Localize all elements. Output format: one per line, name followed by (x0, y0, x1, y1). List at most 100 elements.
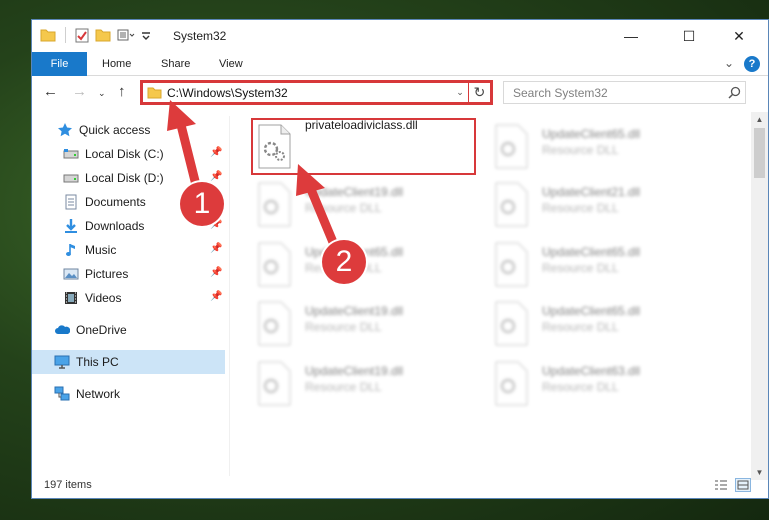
quick-access-toolbar (40, 27, 151, 43)
maximize-button[interactable]: ☐ (666, 20, 712, 52)
file-name: UpdateClient19.dll (305, 304, 404, 318)
close-icon: ✕ (733, 27, 745, 44)
sidebar-item-network[interactable]: Network (54, 383, 120, 405)
status-bar: 197 items (32, 474, 768, 498)
file-item[interactable]: UpdateClient19.dll Resource DLL (237, 354, 467, 414)
sidebar-item-label: Documents (85, 195, 146, 209)
pane-divider (229, 116, 230, 476)
scroll-up-icon[interactable]: ▲ (751, 112, 768, 127)
new-folder-icon[interactable] (95, 28, 111, 42)
refresh-icon[interactable]: ↻ (468, 83, 490, 102)
address-path[interactable]: C:\Windows\System32 (167, 86, 452, 100)
tab-view[interactable]: View (219, 52, 243, 76)
sidebar-item-music[interactable]: Music (63, 239, 116, 261)
file-name: UpdateClient19.dll (305, 364, 404, 378)
file-item[interactable]: UpdateClient21.dll Resource DLL (474, 175, 704, 235)
file-item[interactable]: UpdateClient19.dll Resource DLL (237, 294, 467, 354)
sidebar-item-label: Downloads (85, 219, 145, 233)
address-dropdown-icon[interactable]: ⌄ (452, 87, 468, 98)
sidebar-item-videos[interactable]: Videos (63, 287, 121, 309)
file-name: UpdateClient65.dll (542, 127, 641, 141)
sidebar-item-onedrive[interactable]: OneDrive (54, 319, 127, 341)
navigation-bar: ← → ⌄ ↑ C:\Windows\System32 ⌄ ↻ (32, 76, 768, 110)
file-type: Resource DLL (542, 201, 619, 215)
file-type: Resource DLL (542, 320, 619, 334)
window-title: System32 (173, 29, 227, 43)
sidebar-item-label: Music (85, 243, 117, 257)
close-button[interactable]: ✕ (716, 20, 762, 52)
large-icons-view-icon[interactable] (735, 478, 751, 492)
scroll-thumb[interactable] (754, 128, 765, 178)
sidebar-item-this-pc[interactable]: This PC (54, 351, 119, 373)
dll-file-icon (258, 242, 291, 287)
pictures-icon (63, 266, 79, 282)
search-input[interactable] (513, 85, 723, 100)
music-icon (63, 242, 79, 258)
sidebar-item-documents[interactable]: Documents (63, 191, 146, 213)
drive-icon (63, 170, 79, 186)
file-type: Resource DLL (542, 143, 619, 157)
expand-ribbon-icon[interactable]: ⌄ (724, 56, 734, 70)
search-icon[interactable] (723, 86, 745, 99)
sidebar-item-label: OneDrive (76, 323, 127, 337)
sidebar-item-quick-access[interactable]: Quick access (57, 119, 150, 141)
recent-locations-icon[interactable]: ⌄ (98, 88, 106, 99)
dll-file-icon (495, 124, 528, 169)
file-name: UpdateClient63.dll (542, 364, 641, 378)
search-box[interactable] (503, 81, 746, 104)
back-arrow-icon[interactable]: ← (43, 83, 58, 100)
item-count: 197 items (44, 479, 92, 491)
file-highlight-box (251, 118, 476, 175)
pin-icon[interactable]: 📌 (210, 243, 222, 254)
computer-icon (54, 354, 70, 370)
minimize-icon: — (624, 28, 638, 44)
forward-arrow-icon[interactable]: → (72, 83, 87, 100)
file-item[interactable]: UpdateClient65.dll Resource DLL (474, 117, 704, 177)
sidebar-item-label: This PC (76, 355, 119, 369)
sidebar-item-local-disk-d[interactable]: Local Disk (D:) (63, 167, 164, 189)
dll-file-icon (258, 361, 291, 406)
help-icon[interactable]: ? (744, 56, 760, 72)
customize-toolbar-icon[interactable] (141, 30, 151, 40)
vertical-scrollbar[interactable]: ▲ ▼ (751, 112, 768, 480)
file-item[interactable]: UpdateClient19.dll Resource DLL (237, 175, 467, 235)
pin-icon[interactable]: 📌 (210, 171, 222, 182)
file-item[interactable]: UpdateClient65.dll Resource DLL (474, 294, 704, 354)
file-name: UpdateClient21.dll (542, 185, 641, 199)
pin-icon[interactable]: 📌 (210, 267, 222, 278)
documents-icon (63, 194, 79, 210)
sidebar-item-local-disk-c[interactable]: Local Disk (C:) (63, 143, 164, 165)
maximize-icon: ☐ (682, 27, 696, 44)
dll-file-icon (495, 242, 528, 287)
sidebar-item-pictures[interactable]: Pictures (63, 263, 128, 285)
minimize-button[interactable]: — (608, 20, 654, 52)
drive-icon (63, 146, 79, 162)
details-view-icon[interactable] (713, 478, 729, 492)
sidebar-item-downloads[interactable]: Downloads (63, 215, 144, 237)
videos-icon (63, 290, 79, 306)
pin-icon[interactable]: 📌 (210, 291, 222, 302)
folder-icon (147, 86, 162, 99)
file-type: Resource DLL (305, 320, 382, 334)
sidebar-item-label: Local Disk (C:) (85, 147, 164, 161)
rename-icon[interactable] (117, 28, 135, 42)
file-item[interactable]: UpdateClient63.dll Resource DLL (474, 354, 704, 414)
dll-file-icon (258, 182, 291, 227)
tab-home[interactable]: Home (102, 52, 131, 76)
sidebar-item-label: Network (76, 387, 121, 401)
tab-share[interactable]: Share (161, 52, 190, 76)
address-bar[interactable]: C:\Windows\System32 ⌄ ↻ (140, 80, 493, 105)
dll-file-icon (258, 301, 291, 346)
file-item[interactable]: UpdateClient65.dll Resource DLL (474, 235, 704, 295)
file-type: Resource DLL (305, 380, 382, 394)
cloud-icon (54, 322, 70, 338)
sidebar-item-label: Pictures (85, 267, 129, 281)
star-icon (57, 122, 73, 138)
navigation-pane: Quick access Local Disk (C:) 📌 Local Dis… (32, 116, 225, 476)
up-arrow-icon[interactable]: ↑ (118, 83, 126, 100)
ribbon-tabs: File Home Share View ⌄ ? (32, 52, 768, 76)
file-name: UpdateClient65.dll (542, 245, 641, 259)
tab-file[interactable]: File (32, 52, 87, 76)
pin-icon[interactable]: 📌 (210, 147, 222, 158)
properties-icon[interactable] (75, 28, 89, 43)
